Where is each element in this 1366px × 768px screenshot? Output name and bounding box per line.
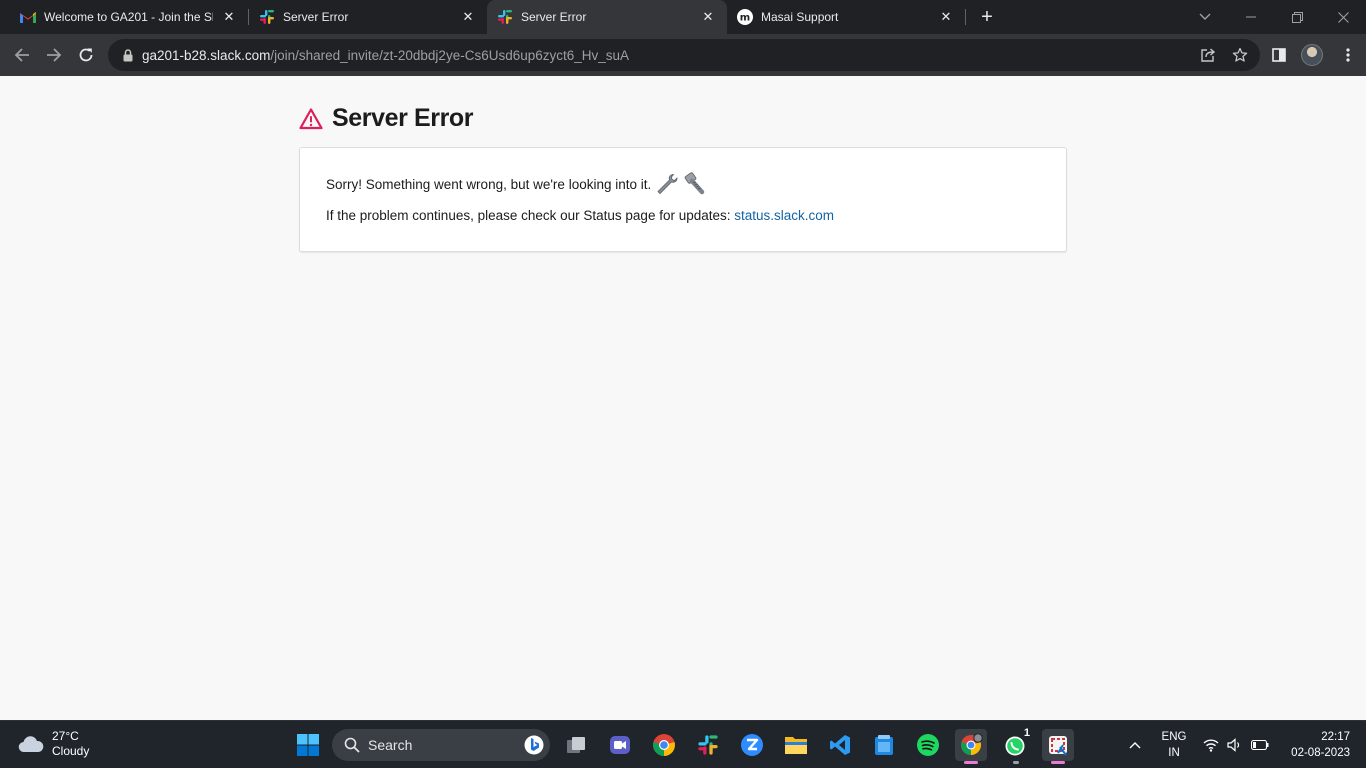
chrome-icon[interactable] xyxy=(648,729,680,761)
close-window-icon[interactable] xyxy=(1320,0,1366,34)
task-view-icon[interactable] xyxy=(560,729,592,761)
vscode-icon[interactable] xyxy=(824,729,856,761)
start-button[interactable] xyxy=(292,729,324,761)
clock-time: 22:17 xyxy=(1321,731,1350,743)
tab-title: Masai Support xyxy=(761,10,839,24)
volume-icon[interactable] xyxy=(1224,721,1246,768)
wifi-icon[interactable] xyxy=(1200,721,1222,768)
tab-search-icon[interactable] xyxy=(1182,0,1228,34)
battery-icon[interactable] xyxy=(1249,721,1271,768)
wrench-icon xyxy=(657,174,678,195)
chrome-profile-icon[interactable] xyxy=(955,729,987,764)
windows-icon xyxy=(297,734,319,756)
snipping-tool-icon[interactable] xyxy=(1042,729,1074,764)
svg-text:m: m xyxy=(740,13,750,24)
teams-chat-icon[interactable] xyxy=(604,729,636,761)
tab-separator xyxy=(965,9,966,25)
zoom-icon[interactable] xyxy=(736,729,768,761)
tools-emoji xyxy=(655,172,707,196)
url-host: ga201-b28.slack.com xyxy=(142,47,271,63)
browser-toolbar: ga201-b28.slack.com/join/shared_invite/z… xyxy=(0,34,1366,76)
tab-server-error-active[interactable]: Server Error ✕ xyxy=(487,0,727,34)
tab-title: Server Error xyxy=(521,10,587,24)
share-icon[interactable] xyxy=(1196,43,1220,67)
restore-icon[interactable] xyxy=(1274,0,1320,34)
show-hidden-icons[interactable] xyxy=(1122,721,1148,768)
system-clock[interactable]: 22:17 02-08-2023 xyxy=(1282,721,1350,768)
whatsapp-badge: 1 xyxy=(1023,727,1030,739)
weather-widget[interactable]: 27°C Cloudy xyxy=(18,729,89,759)
whatsapp-icon[interactable]: 1 xyxy=(1000,727,1032,764)
weather-desc: Cloudy xyxy=(52,744,90,758)
tab-title: Welcome to GA201 - Join the Sla xyxy=(44,10,213,24)
taskbar-search[interactable]: Search xyxy=(332,729,550,761)
slack-app-icon[interactable] xyxy=(692,729,724,761)
status-text: If the problem continues, please check o… xyxy=(326,208,735,223)
browser-tab-strip: Welcome to GA201 - Join the Sla ✕ Server… xyxy=(0,0,1366,34)
file-explorer-icon[interactable] xyxy=(780,729,812,761)
lock-icon[interactable] xyxy=(120,48,136,62)
search-placeholder: Search xyxy=(368,737,413,753)
page-title: Server Error xyxy=(332,104,474,132)
bing-icon[interactable] xyxy=(524,734,544,756)
error-heading: Server Error xyxy=(299,104,474,133)
back-icon[interactable] xyxy=(10,43,34,67)
reload-icon[interactable] xyxy=(74,43,98,67)
error-message: Sorry! Something went wrong, but we're l… xyxy=(326,176,652,192)
status-line: If the problem continues, please check o… xyxy=(326,208,834,223)
side-panel-icon[interactable] xyxy=(1267,43,1291,67)
tab-gmail[interactable]: Welcome to GA201 - Join the Sla ✕ xyxy=(0,0,248,34)
close-tab-icon[interactable]: ✕ xyxy=(221,9,237,25)
error-card: Sorry! Something went wrong, but we're l… xyxy=(299,147,1067,252)
status-link[interactable]: status.slack.com xyxy=(734,208,834,223)
url-text[interactable]: ga201-b28.slack.com/join/shared_invite/z… xyxy=(142,48,629,63)
cloud-icon xyxy=(18,736,44,753)
clock-date: 02-08-2023 xyxy=(1291,747,1350,759)
language-code: ENG xyxy=(1161,731,1187,743)
minimize-icon[interactable] xyxy=(1228,0,1274,34)
notes-app-icon[interactable] xyxy=(868,729,900,761)
nut-and-bolt-icon xyxy=(684,172,705,195)
close-tab-icon[interactable]: ✕ xyxy=(700,9,716,25)
masai-icon: m xyxy=(737,9,753,25)
forward-icon[interactable] xyxy=(42,43,66,67)
close-tab-icon[interactable]: ✕ xyxy=(460,9,476,25)
address-bar[interactable]: ga201-b28.slack.com/join/shared_invite/z… xyxy=(108,39,1260,71)
warning-icon xyxy=(299,107,323,129)
close-tab-icon[interactable]: ✕ xyxy=(938,9,954,25)
bookmark-star-icon[interactable] xyxy=(1228,43,1252,67)
page-content: Server Error Sorry! Something went wrong… xyxy=(0,76,1366,720)
profile-avatar[interactable] xyxy=(1301,44,1323,66)
url-path: /join/shared_invite/zt-20dbdj2ye-Cs6Usd6… xyxy=(270,47,630,63)
weather-temp: 27°C xyxy=(52,729,79,743)
windows-taskbar: 27°C Cloudy Search 1 ENG IN 22:17 02-08-… xyxy=(0,720,1366,768)
search-icon xyxy=(344,737,360,753)
tab-server-error-1[interactable]: Server Error ✕ xyxy=(239,0,487,34)
region-code: IN xyxy=(1168,747,1180,759)
slack-icon xyxy=(259,9,275,25)
slack-icon xyxy=(497,9,513,25)
tab-title: Server Error xyxy=(283,10,349,24)
gmail-icon xyxy=(20,9,36,25)
error-message-line: Sorry! Something went wrong, but we're l… xyxy=(326,172,707,196)
menu-kebab-icon[interactable] xyxy=(1336,43,1360,67)
new-tab-button[interactable]: + xyxy=(975,5,999,29)
spotify-icon[interactable] xyxy=(912,729,944,761)
tab-masai-support[interactable]: m Masai Support ✕ xyxy=(717,0,965,34)
language-indicator[interactable]: ENG IN xyxy=(1158,721,1190,768)
